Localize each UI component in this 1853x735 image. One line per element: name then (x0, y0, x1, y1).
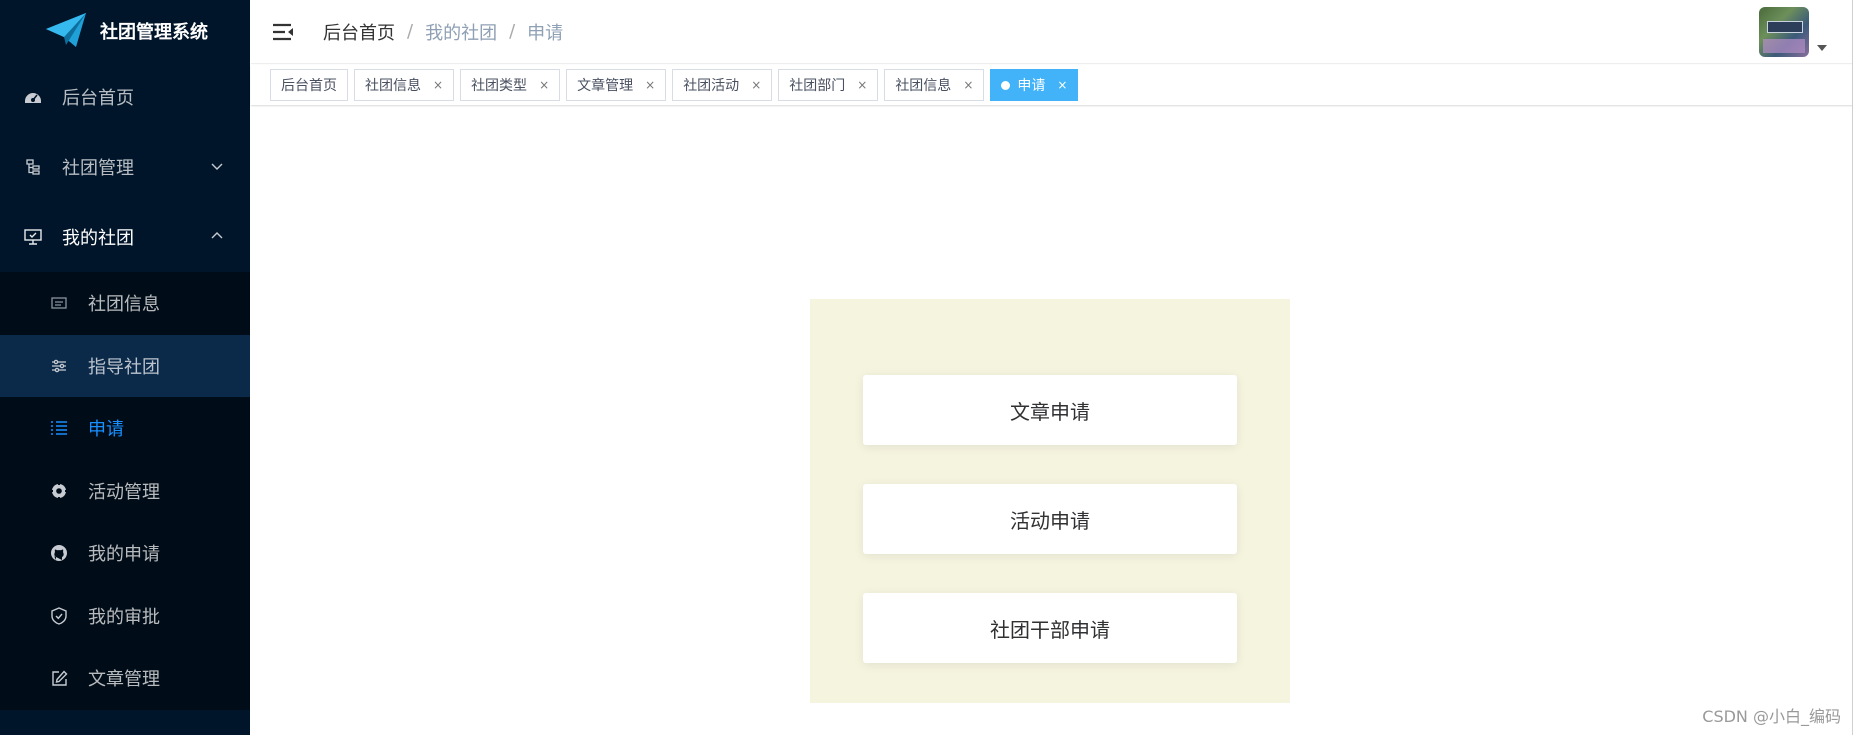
paper-plane-icon (46, 13, 86, 47)
tag-article-management[interactable]: 文章管理 × (566, 69, 667, 101)
app-root: 社团管理系统 后台首页 社团管理 我的社团 社团信息 指导社团 申请 活动管理 … (0, 0, 1853, 735)
avatar[interactable] (1759, 7, 1809, 57)
card-icon (50, 294, 68, 312)
club-officer-apply-button[interactable]: 社团干部申请 (863, 593, 1237, 663)
close-icon[interactable]: × (1057, 78, 1067, 92)
sidebar: 社团管理系统 后台首页 社团管理 我的社团 社团信息 指导社团 申请 活动管理 … (0, 0, 250, 735)
sidebar-item-label: 我的社团 (62, 228, 134, 249)
user-menu[interactable] (1759, 7, 1827, 57)
tags-view: 后台首页 社团信息 × 社团类型 × 文章管理 × 社团活动 × 社团部门 × … (251, 65, 1853, 106)
shield-check-icon (50, 606, 68, 625)
sidebar-subitem-club-info[interactable]: 社团信息 (0, 272, 250, 335)
breadcrumb-separator: / (407, 21, 414, 42)
sidebar-subitem-guide-club[interactable]: 指导社团 (0, 334, 250, 397)
github-icon (50, 544, 68, 562)
main-content: 文章申请 活动申请 社团干部申请 (251, 107, 1853, 735)
tag-club-info-2[interactable]: 社团信息 × (884, 69, 985, 101)
tag-label: 社团类型 (471, 78, 528, 94)
tag-dashboard[interactable]: 后台首页 (270, 69, 348, 101)
sidebar-item-dashboard[interactable]: 后台首页 (0, 62, 250, 132)
sidebar-subitem-label: 我的审批 (88, 606, 160, 628)
tag-club-info[interactable]: 社团信息 × (354, 69, 455, 101)
breadcrumb-home[interactable]: 后台首页 (323, 19, 395, 45)
sidebar-item-club-management[interactable]: 社团管理 (0, 132, 250, 202)
gear-icon (50, 481, 68, 500)
tag-apply[interactable]: 申请 × (990, 69, 1079, 101)
sidebar-item-label: 社团管理 (62, 158, 134, 179)
tag-label: 社团信息 (895, 78, 952, 94)
sidebar-subitem-label: 指导社团 (88, 356, 160, 378)
watermark: CSDN @小白_编码 (1702, 707, 1841, 726)
dashboard-icon (24, 88, 42, 106)
close-icon[interactable]: × (645, 78, 655, 92)
sidebar-item-label: 后台首页 (62, 88, 134, 109)
tag-club-type[interactable]: 社团类型 × (460, 69, 561, 101)
header: 后台首页 / 我的社团 / 申请 (251, 0, 1853, 64)
sidebar-item-my-club[interactable]: 我的社团 (0, 202, 250, 272)
menu-fold-icon[interactable] (271, 22, 295, 42)
tag-label: 后台首页 (281, 78, 337, 94)
breadcrumb: 后台首页 / 我的社团 / 申请 (323, 19, 563, 45)
breadcrumb-my-club: 我的社团 (425, 22, 498, 44)
chevron-down-icon (211, 163, 223, 170)
sidebar-subitem-my-applications[interactable]: 我的申请 (0, 522, 250, 585)
tag-label: 社团活动 (683, 78, 740, 94)
sidebar-subitem-label: 文章管理 (88, 669, 160, 691)
chevron-up-icon (211, 232, 223, 239)
close-icon[interactable]: × (539, 78, 549, 92)
tag-club-department[interactable]: 社团部门 × (778, 69, 879, 101)
sidebar-subitem-label: 申请 (88, 419, 124, 441)
tag-label: 文章管理 (577, 78, 634, 94)
tag-label: 社团部门 (789, 78, 846, 94)
sidebar-subitem-label: 社团信息 (88, 294, 160, 316)
sidebar-subitem-apply[interactable]: 申请 (0, 397, 250, 460)
close-icon[interactable]: × (751, 78, 761, 92)
activity-apply-button[interactable]: 活动申请 (863, 484, 1237, 554)
sidebar-footer (0, 711, 250, 735)
close-icon[interactable]: × (857, 78, 867, 92)
article-apply-button[interactable]: 文章申请 (863, 375, 1237, 445)
tag-label: 申请 (1017, 78, 1046, 94)
caret-down-icon[interactable] (1817, 45, 1827, 51)
apply-panel: 文章申请 活动申请 社团干部申请 (810, 299, 1290, 703)
sidebar-subitem-activity-management[interactable]: 活动管理 (0, 460, 250, 523)
sidebar-subitem-article-management[interactable]: 文章管理 (0, 647, 250, 710)
sidebar-subitem-label: 活动管理 (88, 481, 160, 503)
breadcrumb-current: 申请 (527, 22, 564, 44)
sliders-icon (50, 357, 68, 375)
tree-icon (24, 158, 42, 176)
sidebar-subitem-label: 我的申请 (88, 544, 160, 566)
close-icon[interactable]: × (963, 78, 973, 92)
submenu-my-club: 社团信息 指导社团 申请 活动管理 我的申请 我的审批 文章管理 (0, 272, 250, 710)
tag-label: 社团信息 (365, 78, 421, 94)
list-icon (50, 419, 68, 437)
monitor-icon (24, 228, 42, 246)
logo[interactable]: 社团管理系统 (0, 0, 250, 62)
breadcrumb-separator: / (509, 21, 516, 42)
close-icon[interactable]: × (433, 78, 443, 92)
active-dot-icon (1001, 80, 1011, 90)
app-title: 社团管理系统 (100, 22, 208, 43)
sidebar-subitem-my-approvals[interactable]: 我的审批 (0, 585, 250, 648)
edit-icon (50, 669, 68, 687)
tag-club-activity[interactable]: 社团活动 × (672, 69, 773, 101)
